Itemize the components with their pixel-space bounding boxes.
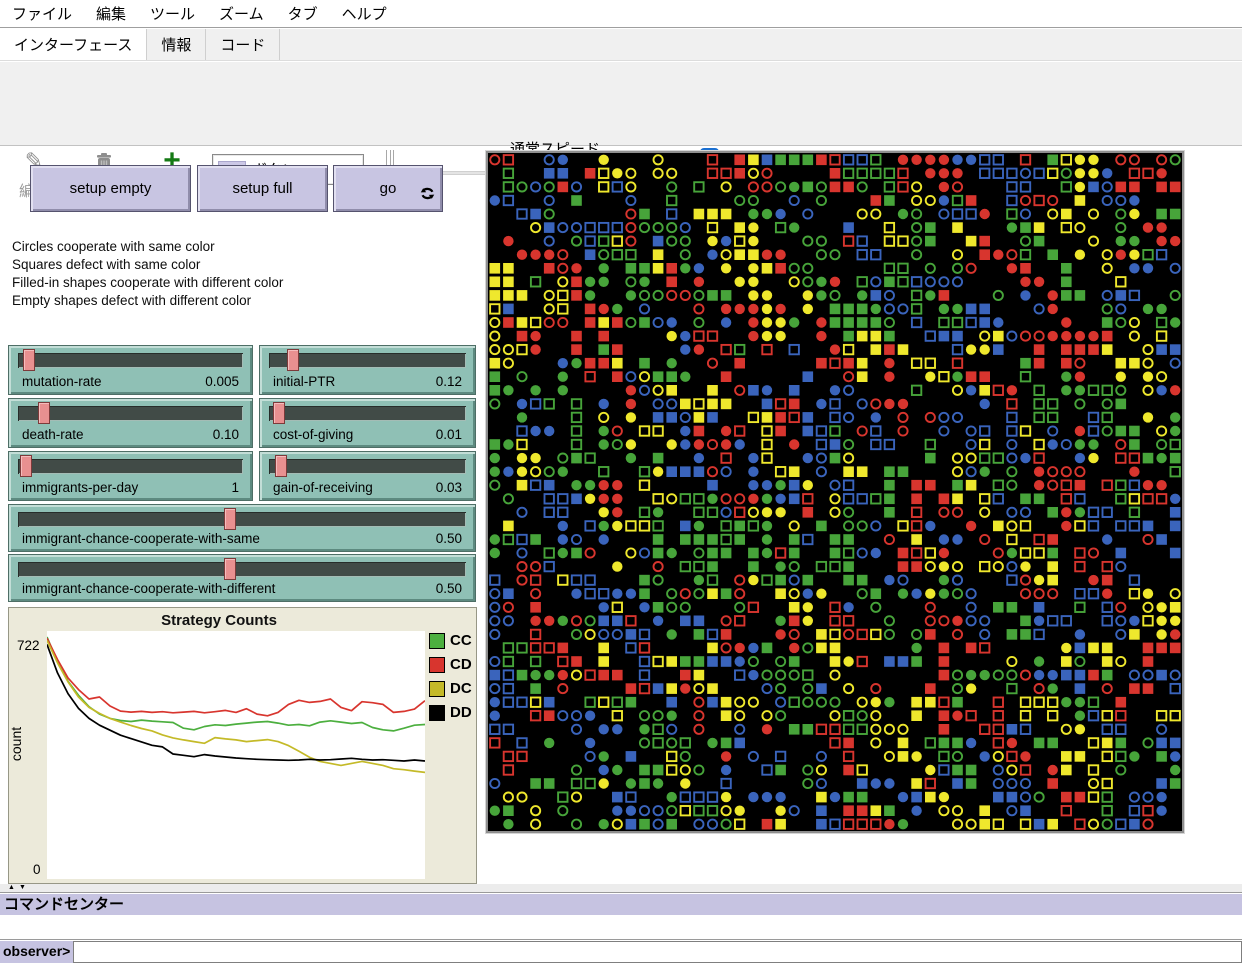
slider-channel [18,562,466,577]
plot-canvas [47,631,425,879]
setup-full-label: setup full [232,180,292,197]
slider-value: 0.10 [213,427,239,442]
go-button[interactable]: go [333,165,443,212]
slider-handle[interactable] [273,402,285,424]
plot-title: Strategy Counts [9,612,429,629]
slider-label: initial-PTR [273,374,335,389]
slider-label: immigrant-chance-cooperate-with-differen… [22,581,275,596]
note-line: Filled-in shapes cooperate with differen… [12,274,283,292]
slider-handle[interactable] [287,349,299,371]
menu-tools[interactable]: ツール [138,0,207,28]
slider-value: 0.03 [436,480,462,495]
model-notes: Circles cooperate with same color Square… [12,238,283,310]
slider-label: mutation-rate [22,374,102,389]
slider-handle[interactable] [224,558,236,580]
slider-channel [18,406,243,421]
slider-handle[interactable] [20,455,32,477]
tab-interface[interactable]: インターフェース [0,29,147,60]
tab-code[interactable]: コード [206,29,280,60]
slider-value: 0.005 [205,374,239,389]
slider-value: 1 [231,480,239,495]
slider-handle[interactable] [275,455,287,477]
command-center-output[interactable] [0,915,1242,940]
menu-edit[interactable]: 編集 [84,0,138,28]
dc-swatch [429,681,445,697]
slider-value: 0.50 [436,531,462,546]
go-label: go [380,180,397,197]
cd-label: CD [450,656,472,673]
slider-handle[interactable] [224,508,236,530]
plot-legend: CC CD DC DD [429,632,472,728]
scroll-up-icon[interactable]: ▲ [8,884,19,891]
y-axis-min: 0 [33,862,41,877]
command-center-prompt-row: observer> [0,941,1242,963]
note-line: Empty shapes defect with different color [12,292,283,310]
immigrant-chance-cooperate-with-different-slider[interactable]: immigrant-chance-cooperate-with-differen… [8,554,476,602]
command-center-splitter[interactable]: ▲▼ [0,884,1242,893]
mutation-rate-slider[interactable]: mutation-rate 0.005 [8,345,253,395]
initial-ptr-slider[interactable]: initial-PTR 0.12 [259,345,476,395]
slider-channel [18,512,466,527]
slider-label: gain-of-receiving [273,480,373,495]
menu-help[interactable]: ヘルプ [330,0,399,28]
scroll-down-icon[interactable]: ▼ [19,884,30,891]
cc-swatch [429,633,445,649]
legend-item-dc: DC [429,680,472,697]
death-rate-slider[interactable]: death-rate 0.10 [8,398,253,448]
slider-value: 0.01 [436,427,462,442]
y-axis-label: count [8,709,24,779]
slider-label: cost-of-giving [273,427,353,442]
legend-item-cd: CD [429,656,472,673]
cd-swatch [429,657,445,673]
slider-label: immigrants-per-day [22,480,138,495]
observer-prompt: observer> [0,941,73,963]
world-view[interactable] [486,151,1184,833]
slider-channel [269,459,466,474]
slider-value: 0.12 [436,374,462,389]
command-input[interactable] [73,941,1242,963]
dd-label: DD [450,704,472,721]
dc-label: DC [450,680,472,697]
note-line: Squares defect with same color [12,256,283,274]
dd-swatch [429,705,445,721]
y-axis-max: 722 [17,638,40,653]
slider-handle[interactable] [38,402,50,424]
cc-label: CC [450,632,472,649]
menu-bar: ファイル 編集 ツール ズーム タブ ヘルプ [0,0,1242,28]
note-line: Circles cooperate with same color [12,238,283,256]
cost-of-giving-slider[interactable]: cost-of-giving 0.01 [259,398,476,448]
slider-value: 0.50 [436,581,462,596]
slider-channel [18,353,243,368]
slider-channel [18,459,243,474]
legend-item-dd: DD [429,704,472,721]
slider-label: death-rate [22,427,84,442]
strategy-counts-plot: Strategy Counts 722 0 count CC CD DC DD [8,607,477,884]
setup-empty-button[interactable]: setup empty [30,165,191,212]
world-agents [488,153,1182,831]
immigrants-per-day-slider[interactable]: immigrants-per-day 1 [8,451,253,501]
legend-item-cc: CC [429,632,472,649]
forever-icon [420,186,435,205]
plot-lines [47,631,425,879]
gain-of-receiving-slider[interactable]: gain-of-receiving 0.03 [259,451,476,501]
slider-label: immigrant-chance-cooperate-with-same [22,531,260,546]
slider-handle[interactable] [23,349,35,371]
menu-tabs[interactable]: タブ [276,0,330,28]
toolbar: ✎ 編集 削除 + 追加 abc ボタン 通常スピード ticks: 36 ✓ … [0,62,1242,146]
slider-channel [269,353,466,368]
command-center-header[interactable]: コマンドセンター [0,894,1242,915]
tab-info[interactable]: 情報 [147,29,206,60]
setup-empty-label: setup empty [70,180,152,197]
slider-channel [269,406,466,421]
immigrant-chance-cooperate-with-same-slider[interactable]: immigrant-chance-cooperate-with-same 0.50 [8,504,476,552]
setup-full-button[interactable]: setup full [197,165,328,212]
tab-bar: インターフェース 情報 コード [0,29,1242,61]
menu-file[interactable]: ファイル [0,0,84,28]
menu-zoom[interactable]: ズーム [207,0,276,28]
